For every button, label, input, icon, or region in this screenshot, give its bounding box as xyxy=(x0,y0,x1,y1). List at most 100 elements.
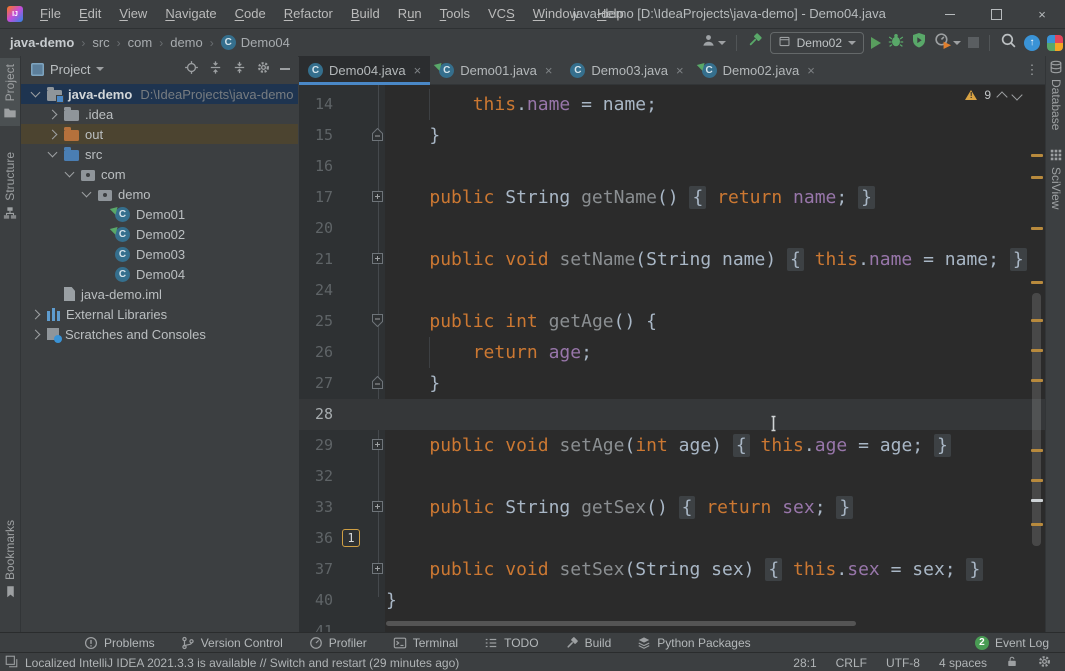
error-stripe-scrollbar[interactable] xyxy=(1028,85,1045,632)
chevron-down-icon[interactable] xyxy=(96,67,104,71)
minimize-button[interactable] xyxy=(927,0,973,28)
chevron-down-icon[interactable] xyxy=(81,188,91,198)
close-icon[interactable]: × xyxy=(414,63,422,78)
chevron-down-icon[interactable] xyxy=(47,148,57,158)
fold-plus-icon[interactable] xyxy=(372,191,383,202)
error-stripe-mark[interactable] xyxy=(1031,349,1043,352)
tree-item-external-libraries[interactable]: External Libraries xyxy=(21,304,298,324)
error-stripe-mark[interactable] xyxy=(1031,154,1043,157)
tool-stripe-database[interactable]: Database xyxy=(1046,60,1065,130)
expand-all-button[interactable] xyxy=(208,60,223,78)
status-message[interactable]: Localized IntelliJ IDEA 2021.3.3 is avai… xyxy=(5,655,459,671)
code-line-15[interactable]: 15 } xyxy=(299,120,1045,151)
code-line-25[interactable]: 25 public int getAge() { xyxy=(299,306,1045,337)
error-stripe-mark[interactable] xyxy=(1031,523,1043,526)
code-line-28[interactable]: 28 xyxy=(299,399,1045,430)
menu-vcs[interactable]: VCS xyxy=(479,0,524,28)
fold-plus-icon[interactable] xyxy=(372,563,383,574)
code-line-29[interactable]: 29 public void setAge(int age) { this.ag… xyxy=(299,430,1045,461)
encoding-widget[interactable]: UTF-8 xyxy=(886,656,920,670)
stop-button[interactable] xyxy=(968,37,979,48)
tool-window-button-version-control[interactable]: Version Control xyxy=(181,636,283,650)
menu-tools[interactable]: Tools xyxy=(431,0,479,28)
maximize-button[interactable] xyxy=(973,0,1019,28)
code-line-14[interactable]: 14 this.name = name; xyxy=(299,89,1045,120)
breadcrumb-java-demo[interactable]: java-demo xyxy=(10,35,74,50)
tool-stripe-sciview[interactable]: SciView xyxy=(1046,148,1065,209)
collapse-all-button[interactable] xyxy=(232,60,247,78)
tool-stripe-project[interactable]: Project xyxy=(0,58,20,126)
hide-panel-button[interactable] xyxy=(280,68,290,70)
tool-window-button-todo[interactable]: TODO xyxy=(484,636,538,650)
event-log-button[interactable]: 2 Event Log xyxy=(975,636,1049,650)
run-button[interactable] xyxy=(871,37,881,49)
fold-start-icon[interactable] xyxy=(372,314,383,327)
tree-item--idea[interactable]: .idea xyxy=(21,104,298,124)
chevron-right-icon[interactable] xyxy=(47,109,57,119)
code-line-24[interactable]: 24 xyxy=(299,275,1045,306)
breadcrumb-demo04[interactable]: Demo04 xyxy=(221,35,290,50)
fold-end-icon[interactable] xyxy=(372,128,383,141)
tree-item-com[interactable]: com xyxy=(21,164,298,184)
chevron-right-icon[interactable] xyxy=(30,329,40,339)
tree-item-out[interactable]: out xyxy=(21,124,298,144)
code-line-27[interactable]: 27 } xyxy=(299,368,1045,399)
tool-window-button-python-packages[interactable]: Python Packages xyxy=(637,636,750,650)
profiler-button[interactable] xyxy=(934,32,961,54)
fold-plus-icon[interactable] xyxy=(372,501,383,512)
tree-item-demo04[interactable]: Demo04 xyxy=(21,264,298,284)
debug-button[interactable] xyxy=(888,32,904,53)
tool-window-button-terminal[interactable]: Terminal xyxy=(393,636,458,650)
tree-item-demo01[interactable]: Demo01 xyxy=(21,204,298,224)
menu-build[interactable]: Build xyxy=(342,0,389,28)
user-button[interactable] xyxy=(701,33,726,53)
next-warning-icon[interactable] xyxy=(1011,89,1022,100)
bookmark-badge[interactable]: 1 xyxy=(342,529,360,547)
close-icon[interactable]: × xyxy=(676,63,684,78)
menu-code[interactable]: Code xyxy=(226,0,275,28)
tab-demo03[interactable]: Demo03.java× xyxy=(561,56,692,84)
tree-item-demo03[interactable]: Demo03 xyxy=(21,244,298,264)
tree-item-scratches-and-consoles[interactable]: Scratches and Consoles xyxy=(21,324,298,344)
error-stripe-mark[interactable] xyxy=(1031,379,1043,382)
breadcrumb-src[interactable]: src xyxy=(92,35,109,50)
tab-demo04[interactable]: Demo04.java× xyxy=(299,56,430,84)
toolbox-button[interactable] xyxy=(1047,35,1063,51)
coverage-button[interactable] xyxy=(911,32,927,53)
tab-demo01[interactable]: Demo01.java× xyxy=(430,56,561,84)
tool-window-button-problems[interactable]: Problems xyxy=(84,636,155,650)
menu-navigate[interactable]: Navigate xyxy=(156,0,225,28)
code-line-36[interactable]: 361 xyxy=(299,523,1045,554)
chevron-down-icon[interactable] xyxy=(30,88,40,98)
gear-icon[interactable] xyxy=(256,60,271,78)
close-icon[interactable]: × xyxy=(545,63,553,78)
menu-run[interactable]: Run xyxy=(389,0,431,28)
update-button[interactable]: ↑ xyxy=(1024,35,1040,51)
horizontal-scrollbar[interactable] xyxy=(386,621,856,626)
vertical-scrollbar-thumb[interactable] xyxy=(1032,293,1041,546)
fold-end-icon[interactable] xyxy=(372,376,383,389)
code-line-16[interactable]: 16 xyxy=(299,151,1045,182)
chevron-right-icon[interactable] xyxy=(47,129,57,139)
error-stripe-mark[interactable] xyxy=(1031,319,1043,322)
code-line-37[interactable]: 37 public void setSex(String sex) { this… xyxy=(299,554,1045,585)
run-configuration-select[interactable]: Demo02 xyxy=(770,32,864,54)
prev-warning-icon[interactable] xyxy=(996,91,1007,102)
breadcrumb-demo[interactable]: demo xyxy=(170,35,203,50)
tool-stripe-structure[interactable]: Structure xyxy=(0,152,20,220)
error-stripe-mark[interactable] xyxy=(1031,449,1043,452)
line-separator-widget[interactable]: CRLF xyxy=(836,656,867,670)
tree-item-src[interactable]: src xyxy=(21,144,298,164)
close-icon[interactable]: × xyxy=(807,63,815,78)
chevron-right-icon[interactable] xyxy=(30,309,40,319)
build-project-button[interactable] xyxy=(747,32,763,53)
error-stripe-mark[interactable] xyxy=(1031,479,1043,482)
chevron-down-icon[interactable] xyxy=(64,168,74,178)
code-line-33[interactable]: 33 public String getSex() { return sex; … xyxy=(299,492,1045,523)
code-line-40[interactable]: 40} xyxy=(299,585,1045,616)
search-everywhere-button[interactable] xyxy=(1000,32,1017,54)
inspections-widget[interactable]: 9 xyxy=(965,88,1021,102)
code-line-20[interactable]: 20 xyxy=(299,213,1045,244)
code-line-32[interactable]: 32 xyxy=(299,461,1045,492)
close-button[interactable]: × xyxy=(1019,0,1065,28)
